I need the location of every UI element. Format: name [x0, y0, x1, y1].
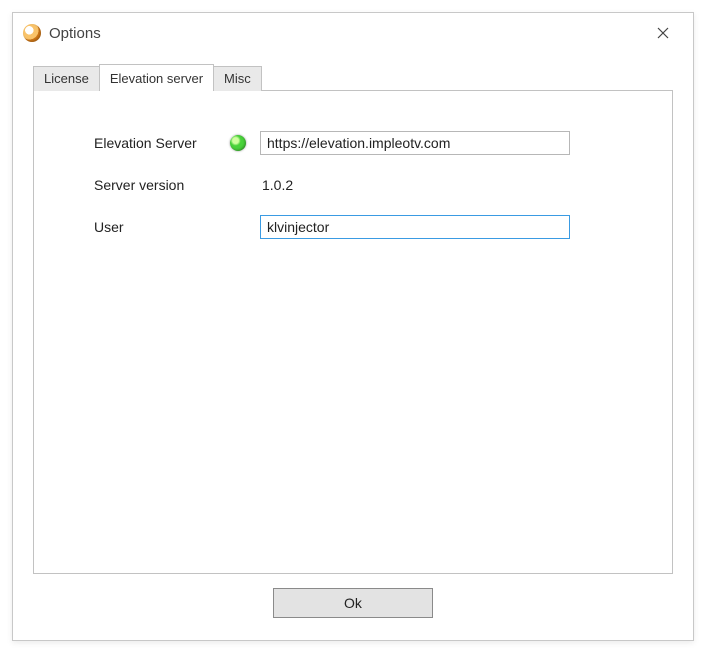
window-title: Options [49, 25, 101, 42]
titlebar: Options [13, 13, 693, 53]
elevation-server-label: Elevation Server [94, 135, 234, 151]
tab-panel-elevation-server: Elevation Server Server version 1.0.2 Us… [33, 90, 673, 574]
user-label: User [94, 219, 234, 235]
tab-label: License [44, 71, 89, 86]
server-version-value: 1.0.2 [260, 177, 293, 193]
ok-button[interactable]: Ok [273, 588, 433, 618]
close-icon [657, 27, 669, 39]
tabstrip: License Elevation server Misc [33, 65, 673, 91]
row-server-version: Server version 1.0.2 [94, 177, 622, 193]
close-button[interactable] [643, 18, 683, 48]
tab-elevation-server[interactable]: Elevation server [99, 64, 214, 91]
row-elevation-server: Elevation Server [94, 131, 622, 155]
app-icon [23, 24, 41, 42]
row-user: User [94, 215, 622, 239]
options-dialog: Options License Elevation server Misc El… [12, 12, 694, 641]
tab-label: Elevation server [110, 71, 203, 86]
tab-misc[interactable]: Misc [213, 66, 262, 91]
tab-label: Misc [224, 71, 251, 86]
elevation-server-input[interactable] [260, 131, 570, 155]
dialog-footer: Ok [33, 574, 673, 624]
user-input[interactable] [260, 215, 570, 239]
status-led-icon [230, 135, 246, 151]
dialog-body: License Elevation server Misc Elevation … [13, 53, 693, 640]
tab-license[interactable]: License [33, 66, 100, 91]
server-version-label: Server version [94, 177, 234, 193]
